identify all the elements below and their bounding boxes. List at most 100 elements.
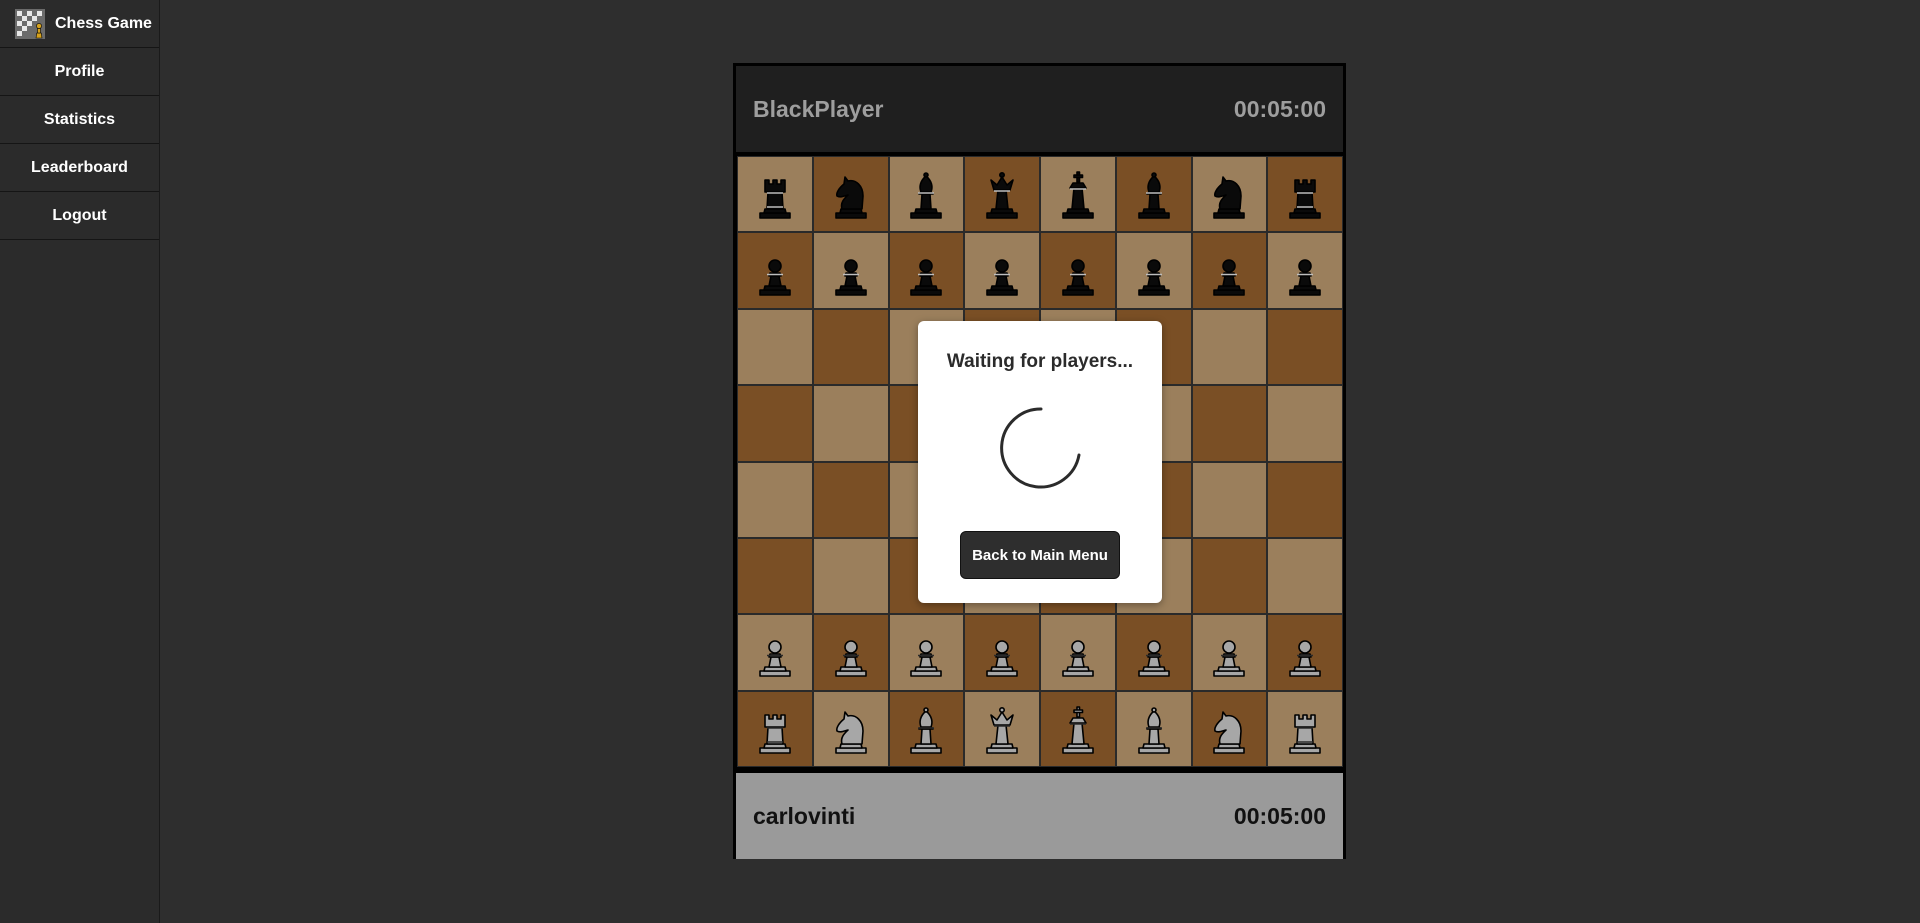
white-pawn-icon[interactable] (1050, 624, 1106, 680)
white-pawn-icon[interactable] (974, 624, 1030, 680)
board-square[interactable] (737, 690, 813, 767)
board-square[interactable] (888, 690, 965, 767)
board-square[interactable] (737, 461, 813, 538)
back-to-main-menu-button[interactable]: Back to Main Menu (960, 531, 1120, 579)
player-bar: carlovinti 00:05:00 (736, 773, 1343, 859)
sidebar-item-label: Leaderboard (31, 158, 128, 176)
black-knight-icon[interactable] (823, 166, 879, 222)
board-square[interactable] (1267, 156, 1343, 233)
board-square[interactable] (964, 690, 1040, 767)
board-square[interactable] (1267, 690, 1343, 767)
board-square[interactable] (1191, 690, 1268, 767)
board-square[interactable] (812, 461, 889, 538)
white-king-icon[interactable] (1050, 701, 1106, 757)
black-pawn-icon[interactable] (898, 243, 954, 299)
board-square[interactable] (737, 537, 813, 615)
board-square[interactable] (812, 232, 889, 309)
board-square[interactable] (812, 537, 889, 615)
board-square[interactable] (1191, 156, 1268, 233)
opponent-bar: BlackPlayer 00:05:00 (736, 66, 1343, 152)
black-rook-icon[interactable] (747, 166, 803, 222)
board-square[interactable] (1115, 690, 1192, 767)
black-pawn-icon[interactable] (1050, 243, 1106, 299)
white-pawn-icon[interactable] (747, 624, 803, 680)
board-square[interactable] (737, 156, 813, 233)
board-square[interactable] (1115, 614, 1192, 691)
black-queen-icon[interactable] (974, 166, 1030, 222)
white-bishop-icon[interactable] (898, 701, 954, 757)
board-square[interactable] (964, 156, 1040, 233)
white-knight-icon[interactable] (823, 701, 879, 757)
player-timer: 00:05:00 (1233, 802, 1326, 829)
black-pawn-icon[interactable] (1201, 243, 1257, 299)
board-square[interactable] (812, 614, 889, 691)
board-square[interactable] (1267, 461, 1343, 538)
board-square[interactable] (737, 614, 813, 691)
player-name: carlovinti (753, 802, 856, 829)
board-square[interactable] (1191, 232, 1268, 309)
board-square[interactable] (964, 232, 1040, 309)
board-square[interactable] (1115, 232, 1192, 309)
black-pawn-icon[interactable] (1126, 243, 1182, 299)
board-square[interactable] (1040, 156, 1116, 233)
board-square[interactable] (888, 232, 965, 309)
loading-spinner-icon (1000, 407, 1081, 489)
white-pawn-icon[interactable] (898, 624, 954, 680)
black-bishop-icon[interactable] (898, 166, 954, 222)
black-rook-icon[interactable] (1277, 166, 1333, 222)
black-pawn-icon[interactable] (823, 243, 879, 299)
board-square[interactable] (1267, 232, 1343, 309)
white-pawn-icon[interactable] (1201, 624, 1257, 680)
board-square[interactable] (737, 385, 813, 462)
opponent-timer: 00:05:00 (1233, 95, 1326, 122)
sidebar: Chess Game Profile Statistics Leaderboar… (0, 0, 160, 923)
white-knight-icon[interactable] (1201, 701, 1257, 757)
sidebar-item-label: Logout (52, 206, 107, 224)
black-pawn-icon[interactable] (974, 243, 1030, 299)
white-pawn-icon[interactable] (1126, 624, 1182, 680)
board-square[interactable] (1191, 308, 1268, 386)
board-square[interactable] (888, 614, 965, 691)
white-rook-icon[interactable] (747, 701, 803, 757)
board-square[interactable] (1267, 614, 1343, 691)
sidebar-item-statistics[interactable]: Statistics (0, 96, 159, 144)
board-square[interactable] (737, 232, 813, 309)
board-square[interactable] (1267, 385, 1343, 462)
board-square[interactable] (1040, 690, 1116, 767)
board-square[interactable] (1191, 614, 1268, 691)
board-square[interactable] (1191, 461, 1268, 538)
board-square[interactable] (888, 156, 965, 233)
white-rook-icon[interactable] (1277, 701, 1333, 757)
board-square[interactable] (812, 156, 889, 233)
sidebar-brand[interactable]: Chess Game (0, 0, 159, 48)
board-square[interactable] (1191, 537, 1268, 615)
board-square[interactable] (964, 614, 1040, 691)
white-bishop-icon[interactable] (1126, 701, 1182, 757)
sidebar-item-profile[interactable]: Profile (0, 48, 159, 96)
black-pawn-icon[interactable] (1277, 243, 1333, 299)
black-pawn-icon[interactable] (747, 243, 803, 299)
black-knight-icon[interactable] (1201, 166, 1257, 222)
board-square[interactable] (1115, 156, 1192, 233)
waiting-dialog: Waiting for players... Back to Main Menu (918, 321, 1162, 603)
board-square[interactable] (1040, 232, 1116, 309)
chess-board-logo-icon (15, 8, 45, 39)
board-square[interactable] (812, 690, 889, 767)
board-square[interactable] (737, 308, 813, 386)
white-pawn-icon[interactable] (1277, 624, 1333, 680)
white-queen-icon[interactable] (974, 701, 1030, 757)
board-square[interactable] (812, 308, 889, 386)
sidebar-item-label: Profile (54, 62, 105, 80)
black-bishop-icon[interactable] (1126, 166, 1182, 222)
board-square[interactable] (1267, 537, 1343, 615)
black-king-icon[interactable] (1050, 166, 1106, 222)
sidebar-brand-label: Chess Game (55, 14, 152, 32)
sidebar-item-leaderboard[interactable]: Leaderboard (0, 144, 159, 192)
board-square[interactable] (1267, 308, 1343, 386)
board-square[interactable] (1040, 614, 1116, 691)
board-square[interactable] (1191, 385, 1268, 462)
dialog-title: Waiting for players... (946, 351, 1134, 372)
white-pawn-icon[interactable] (823, 624, 879, 680)
board-square[interactable] (812, 385, 889, 462)
sidebar-item-logout[interactable]: Logout (0, 192, 159, 240)
